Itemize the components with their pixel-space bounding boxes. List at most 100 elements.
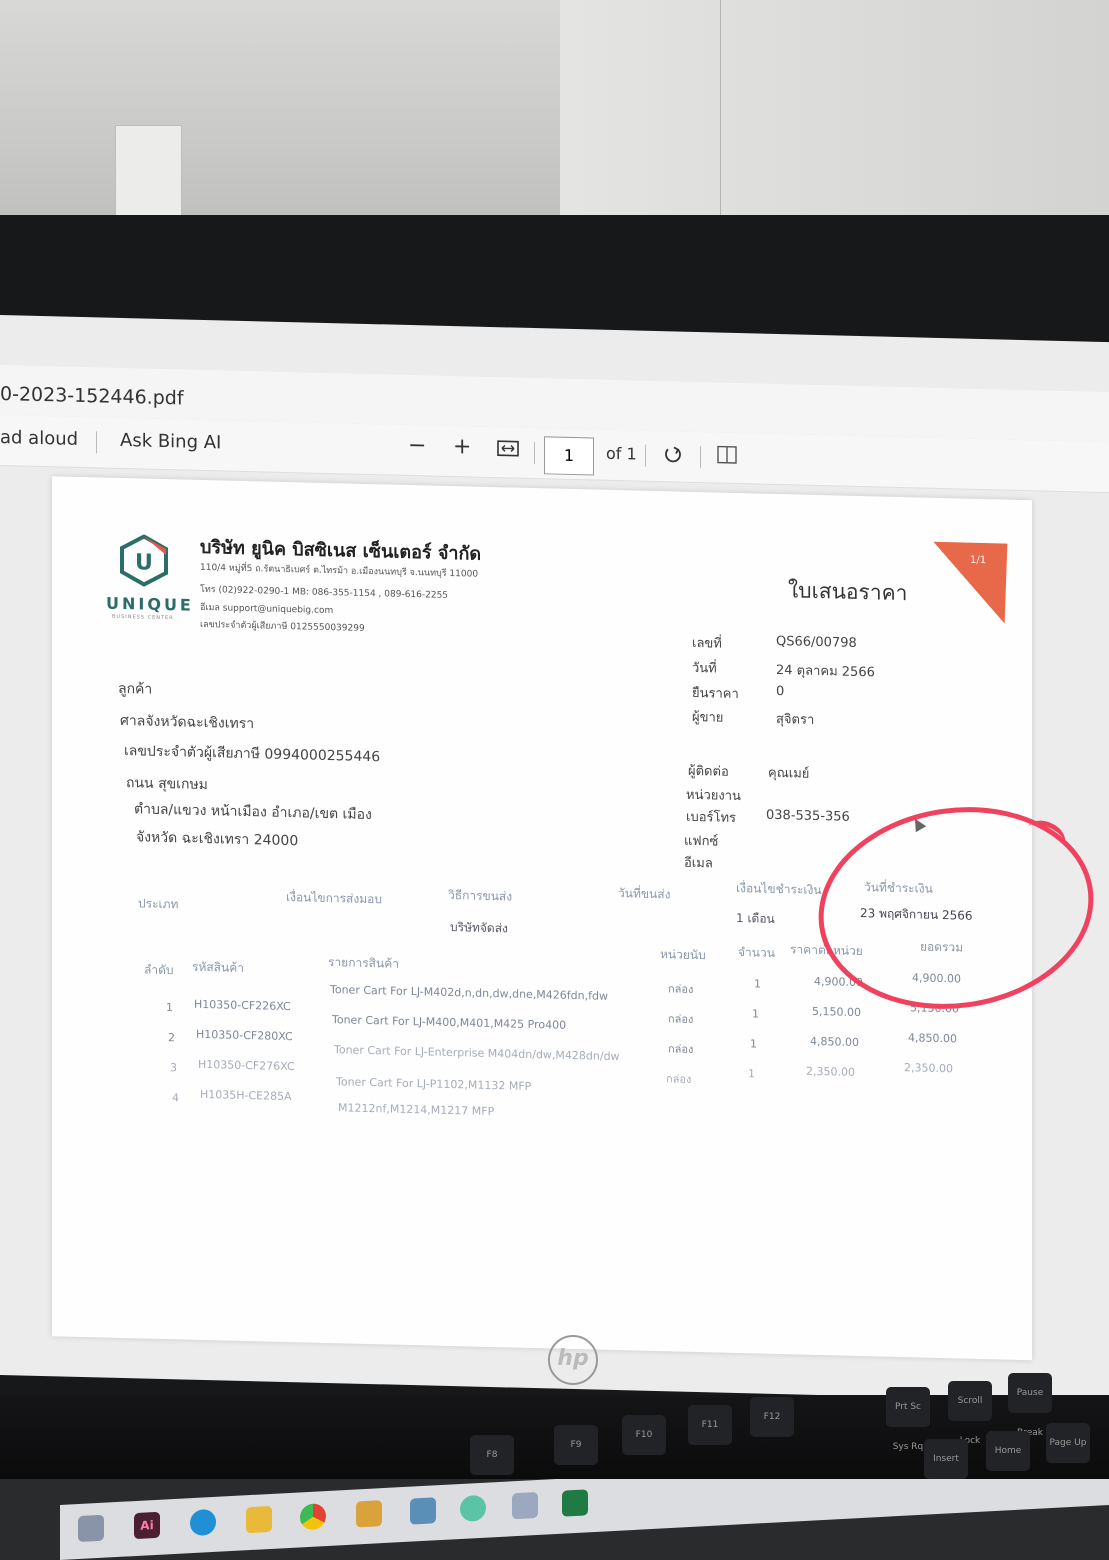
customer-taxid: เลขประจำตัวผู้เสียภาษี 0994000255446 [124, 743, 381, 766]
key[interactable]: Home [986, 1431, 1030, 1471]
item-code: H10350-CF226XC [194, 997, 291, 1014]
item-header-qty: จำนวน [738, 945, 775, 960]
item-code: H10350-CF280XC [196, 1027, 293, 1044]
keyboard: F8 F9 F10 F11 F12 Prt Sc Sys Rq Scroll L… [0, 1373, 1109, 1479]
zoom-in-button[interactable]: + [453, 434, 471, 459]
contact-label: หน่วยงาน [686, 787, 741, 805]
document-title: ใบเสนอราคา [788, 578, 908, 606]
calendar-icon[interactable] [356, 1500, 382, 1528]
widgets-icon[interactable] [78, 1514, 104, 1543]
item-price: 2,350.00 [806, 1064, 855, 1079]
customer-district: ตำบล/แขวง หน้าเมือง อำเภอ/เขต เมือง [134, 801, 372, 824]
item-qty: 1 [754, 977, 761, 991]
teams-icon[interactable] [460, 1494, 486, 1523]
logo-subtext: BUSINESS CENTER [112, 613, 174, 622]
key[interactable]: Page Up [1046, 1423, 1090, 1463]
item-unit: กล่อง [668, 982, 694, 996]
key[interactable]: Pause Break [1008, 1373, 1052, 1438]
customer-province: จังหวัด ฉะเชิงเทรา 24000 [136, 829, 299, 850]
key[interactable]: F9 [554, 1425, 598, 1465]
key[interactable]: Scroll Lock [948, 1381, 992, 1446]
cart-icon[interactable] [512, 1491, 538, 1520]
item-no: 3 [170, 1061, 177, 1075]
chrome-icon[interactable] [300, 1503, 326, 1531]
item-qty: 1 [750, 1037, 757, 1051]
read-aloud-button[interactable]: ad aloud [0, 427, 78, 450]
shipping-method: บริษัทจัดส่ง [450, 919, 508, 936]
corner-badge [930, 541, 1008, 624]
item-desc: M1212nf,M1214,M1217 MFP [338, 1101, 495, 1119]
customer-heading: ลูกค้า [118, 680, 153, 698]
ask-bing-button[interactable]: Ask Bing AI [120, 430, 221, 453]
meta-label: เลขที่ [692, 635, 722, 652]
item-price: 5,150.00 [812, 1004, 861, 1020]
key[interactable]: Insert [924, 1439, 968, 1479]
terms-header-delivery: เงื่อนไขการส่งมอบ [286, 889, 382, 907]
contact-label: แฟกซ์ [684, 833, 719, 850]
wall-outlet [115, 125, 182, 227]
item-unit: กล่อง [668, 1012, 694, 1026]
edge-icon[interactable] [190, 1508, 216, 1537]
key[interactable]: F12 [750, 1397, 794, 1437]
key[interactable]: F10 [622, 1415, 666, 1455]
zoom-out-button[interactable]: − [408, 433, 426, 458]
item-desc: Toner Cart For LJ-P1102,M1132 MFP [336, 1075, 532, 1093]
payment-terms: 1 เดือน [736, 910, 775, 926]
cabinet-seam [720, 0, 721, 240]
page-badge: 1/1 [970, 554, 987, 567]
page-total: of 1 [606, 443, 637, 464]
contact-label: เบอร์โทร [686, 809, 737, 826]
contact-person: คุณเมย์ [768, 765, 810, 782]
item-header-code: รหัสสินค้า [192, 959, 244, 975]
company-phone: โทร (02)922-0290-1 MB: 086-355-1154 , 08… [200, 584, 449, 601]
hp-logo: hp [548, 1335, 598, 1385]
item-header-unit: หน่วยนับ [660, 947, 706, 963]
meta-label: ผู้ขาย [692, 709, 724, 726]
quote-date: 24 ตุลาคม 2566 [776, 662, 875, 681]
company-taxid: เลขประจำตัวผู้เสียภาษี 0125550039299 [200, 619, 365, 634]
item-desc: Toner Cart For LJ-Enterprise M404dn/dw,M… [334, 1043, 620, 1064]
item-total: 2,350.00 [904, 1061, 953, 1076]
page-number-input[interactable]: 1 [544, 436, 594, 476]
rotate-icon[interactable] [662, 443, 684, 471]
key[interactable]: F11 [688, 1405, 732, 1445]
contact-phone: 038-535-356 [766, 807, 850, 825]
terms-header-pay-cond: เงื่อนไขชำระเงิน [736, 880, 822, 898]
toolbar-divider [645, 444, 646, 467]
toolbar-divider [534, 442, 535, 465]
meta-label: วันที่ [692, 660, 717, 677]
company-logo-icon: U [120, 534, 168, 587]
background-room [0, 0, 1109, 240]
contact-label: ผู้ติดต่อ [688, 763, 729, 780]
quote-number: QS66/00798 [776, 633, 857, 651]
terms-header-shipping: วิธีการขนส่ง [448, 887, 513, 904]
terms-header-ship-date: วันที่ขนส่ง [618, 886, 671, 902]
key[interactable]: F8 [470, 1435, 514, 1475]
logo-text: UNIQUE [106, 593, 194, 615]
item-no: 2 [168, 1031, 175, 1045]
file-name: 0-2023-152446.pdf [0, 383, 184, 410]
item-unit: กล่อง [668, 1042, 694, 1056]
item-desc: Toner Cart For LJ-M400,M401,M425 Pro400 [332, 1013, 567, 1032]
contact-label: อีเมล [684, 855, 713, 872]
excel-icon[interactable] [562, 1489, 588, 1517]
store-icon[interactable] [410, 1497, 436, 1525]
seller-name: สุจิตรา [776, 711, 815, 728]
item-total: 4,850.00 [908, 1031, 957, 1046]
item-header-desc: รายการสินค้า [328, 955, 399, 971]
page-view-icon[interactable] [716, 444, 738, 470]
illustrator-icon[interactable]: Ai [134, 1511, 160, 1540]
file-explorer-icon[interactable] [246, 1505, 272, 1534]
item-qty: 1 [748, 1067, 755, 1081]
item-code: H10350-CF276XC [198, 1057, 295, 1074]
item-unit: กล่อง [666, 1072, 692, 1086]
fit-width-icon[interactable] [497, 439, 519, 463]
item-no: 1 [166, 1001, 173, 1015]
terms-header-type: ประเภท [138, 896, 179, 912]
item-no: 4 [172, 1091, 179, 1105]
customer-name: ศาลจังหวัดฉะเชิงเทรา [120, 712, 255, 733]
toolbar-divider [96, 431, 97, 454]
price-validity: 0 [776, 683, 785, 700]
toolbar-divider [700, 446, 701, 469]
key[interactable]: Prt Sc Sys Rq [886, 1387, 930, 1452]
